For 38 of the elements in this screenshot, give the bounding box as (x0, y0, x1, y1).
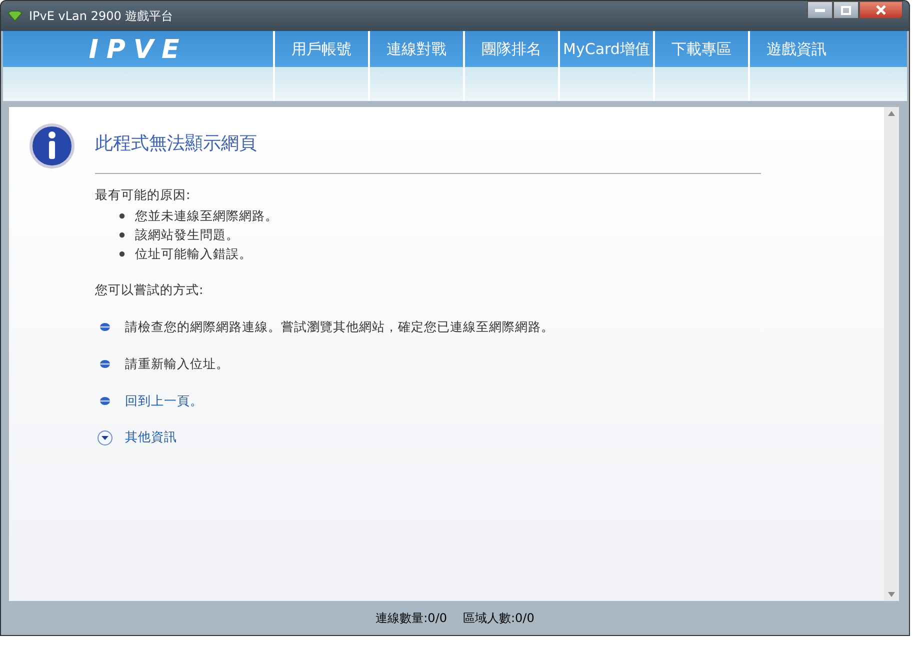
app-icon (7, 10, 23, 22)
info-icon (29, 123, 75, 169)
tries-heading: 您可以嘗試的方式: (95, 281, 204, 300)
nav-tab[interactable]: 團隊排名 (463, 31, 558, 101)
bullet-icon (97, 322, 113, 332)
expand-icon[interactable] (97, 430, 113, 446)
scroll-up-icon[interactable] (888, 111, 895, 116)
minimize-icon (815, 8, 825, 12)
bullet-icon (119, 232, 125, 238)
back-link[interactable]: 回到上一頁。 (125, 392, 203, 410)
maximize-button[interactable] (833, 1, 859, 19)
maximize-icon (841, 6, 851, 14)
more-info-link[interactable]: 其他資訊 (125, 428, 177, 448)
scroll-down-icon[interactable] (888, 592, 895, 597)
bullet-icon (119, 212, 125, 219)
nav-tab[interactable]: 遊戲資訊 (748, 31, 843, 101)
page-title: 此程式無法顯示網頁 (95, 133, 761, 174)
nav-tab[interactable]: 連線對戰 (368, 31, 463, 101)
cause-item: 該網站發生問題。 (135, 226, 239, 244)
window-title: IPvE vLan 2900 遊戲平台 (29, 8, 174, 25)
cause-item: 位址可能輸入錯誤。 (135, 245, 252, 264)
logo: IPVE (88, 34, 188, 66)
suggestion-text: 請重新輸入位址。 (125, 354, 229, 373)
nav-tab[interactable]: MyCard增值 (558, 31, 653, 101)
cause-item: 您並未連線至網際網路。 (135, 207, 278, 226)
scrollbar[interactable] (884, 107, 899, 601)
status-text: 區域人數:0/0 (463, 610, 534, 627)
nav-tab[interactable]: 下載專區 (653, 31, 748, 101)
close-button[interactable] (859, 1, 903, 19)
close-icon (876, 5, 886, 15)
bullet-icon (119, 250, 125, 257)
status-text: 連線數量:0/0 (376, 610, 447, 627)
bullet-icon (97, 359, 113, 370)
causes-heading: 最有可能的原因: (95, 186, 192, 204)
nav-tab[interactable]: 用戶帳號 (273, 31, 368, 101)
bullet-icon (97, 396, 113, 406)
suggestion-text: 請檢查您的網際網路連線。嘗試瀏覽其他網站，確定您已連線至網際網路。 (125, 318, 554, 336)
minimize-button[interactable] (807, 1, 833, 19)
